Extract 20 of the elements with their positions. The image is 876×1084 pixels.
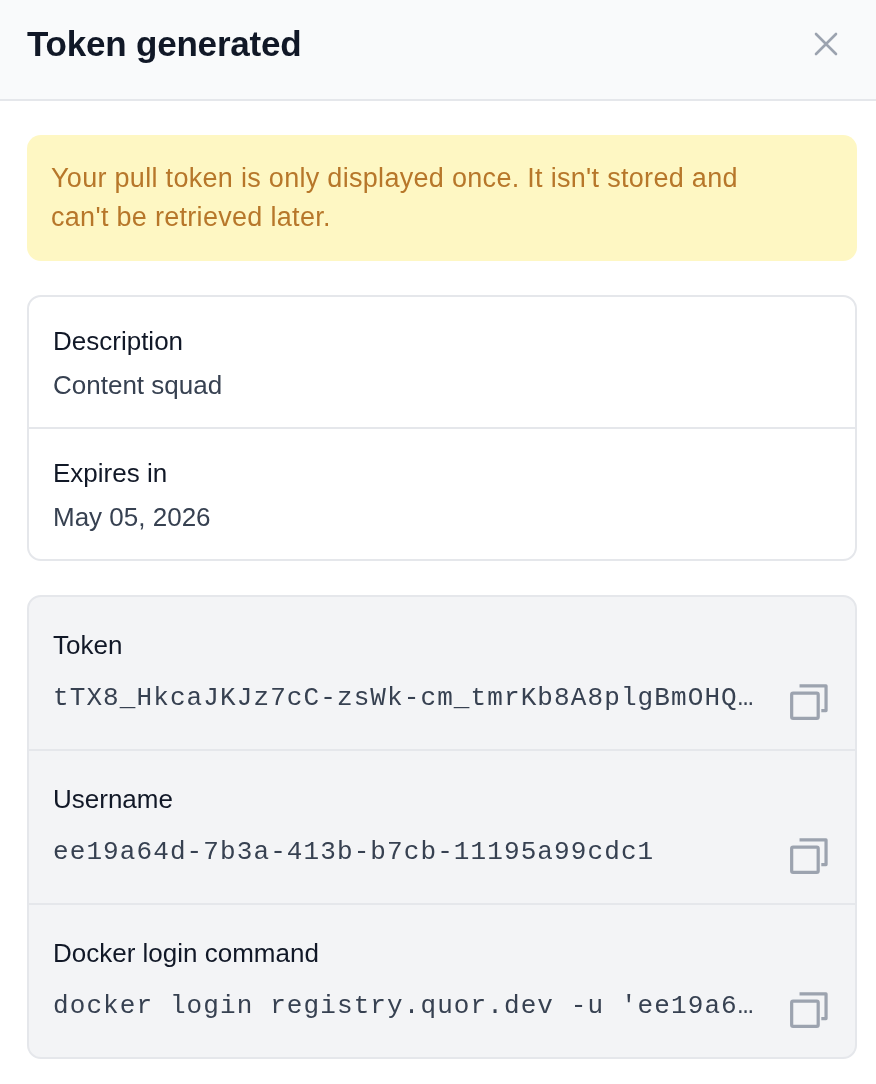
field-label: Docker login command <box>53 937 320 970</box>
field-label: Description <box>53 325 185 358</box>
field-value: Content squad <box>53 369 224 402</box>
field-label: Expires in <box>53 457 169 490</box>
close-icon <box>814 32 838 56</box>
credential-value: ee19a64d-7b3a-413b-b7cb-11195a99cdc1 <box>53 837 655 867</box>
copy-button[interactable] <box>790 838 828 874</box>
field-label: Token <box>53 629 124 662</box>
field-label: Username <box>53 783 174 816</box>
credential-value: docker login registry.quor.dev -u 'ee19a6… <box>53 991 755 1021</box>
copy-button[interactable] <box>790 992 828 1028</box>
field-value: May 05, 2026 <box>53 501 212 534</box>
copy-icon <box>790 992 828 1028</box>
copy-icon <box>790 684 828 720</box>
warning-alert: Your pull token is only displayed once. It isn't stored and can't be retrieved later. <box>27 135 857 261</box>
dialog-title: Token generated <box>27 23 302 65</box>
close-button[interactable] <box>814 32 838 56</box>
credential-value: tTX8_HkcaJKJz7cC-zsWk-cm_tmrKb8A8plgBmOHQ… <box>53 683 755 713</box>
copy-icon <box>790 838 828 874</box>
copy-button[interactable] <box>790 684 828 720</box>
